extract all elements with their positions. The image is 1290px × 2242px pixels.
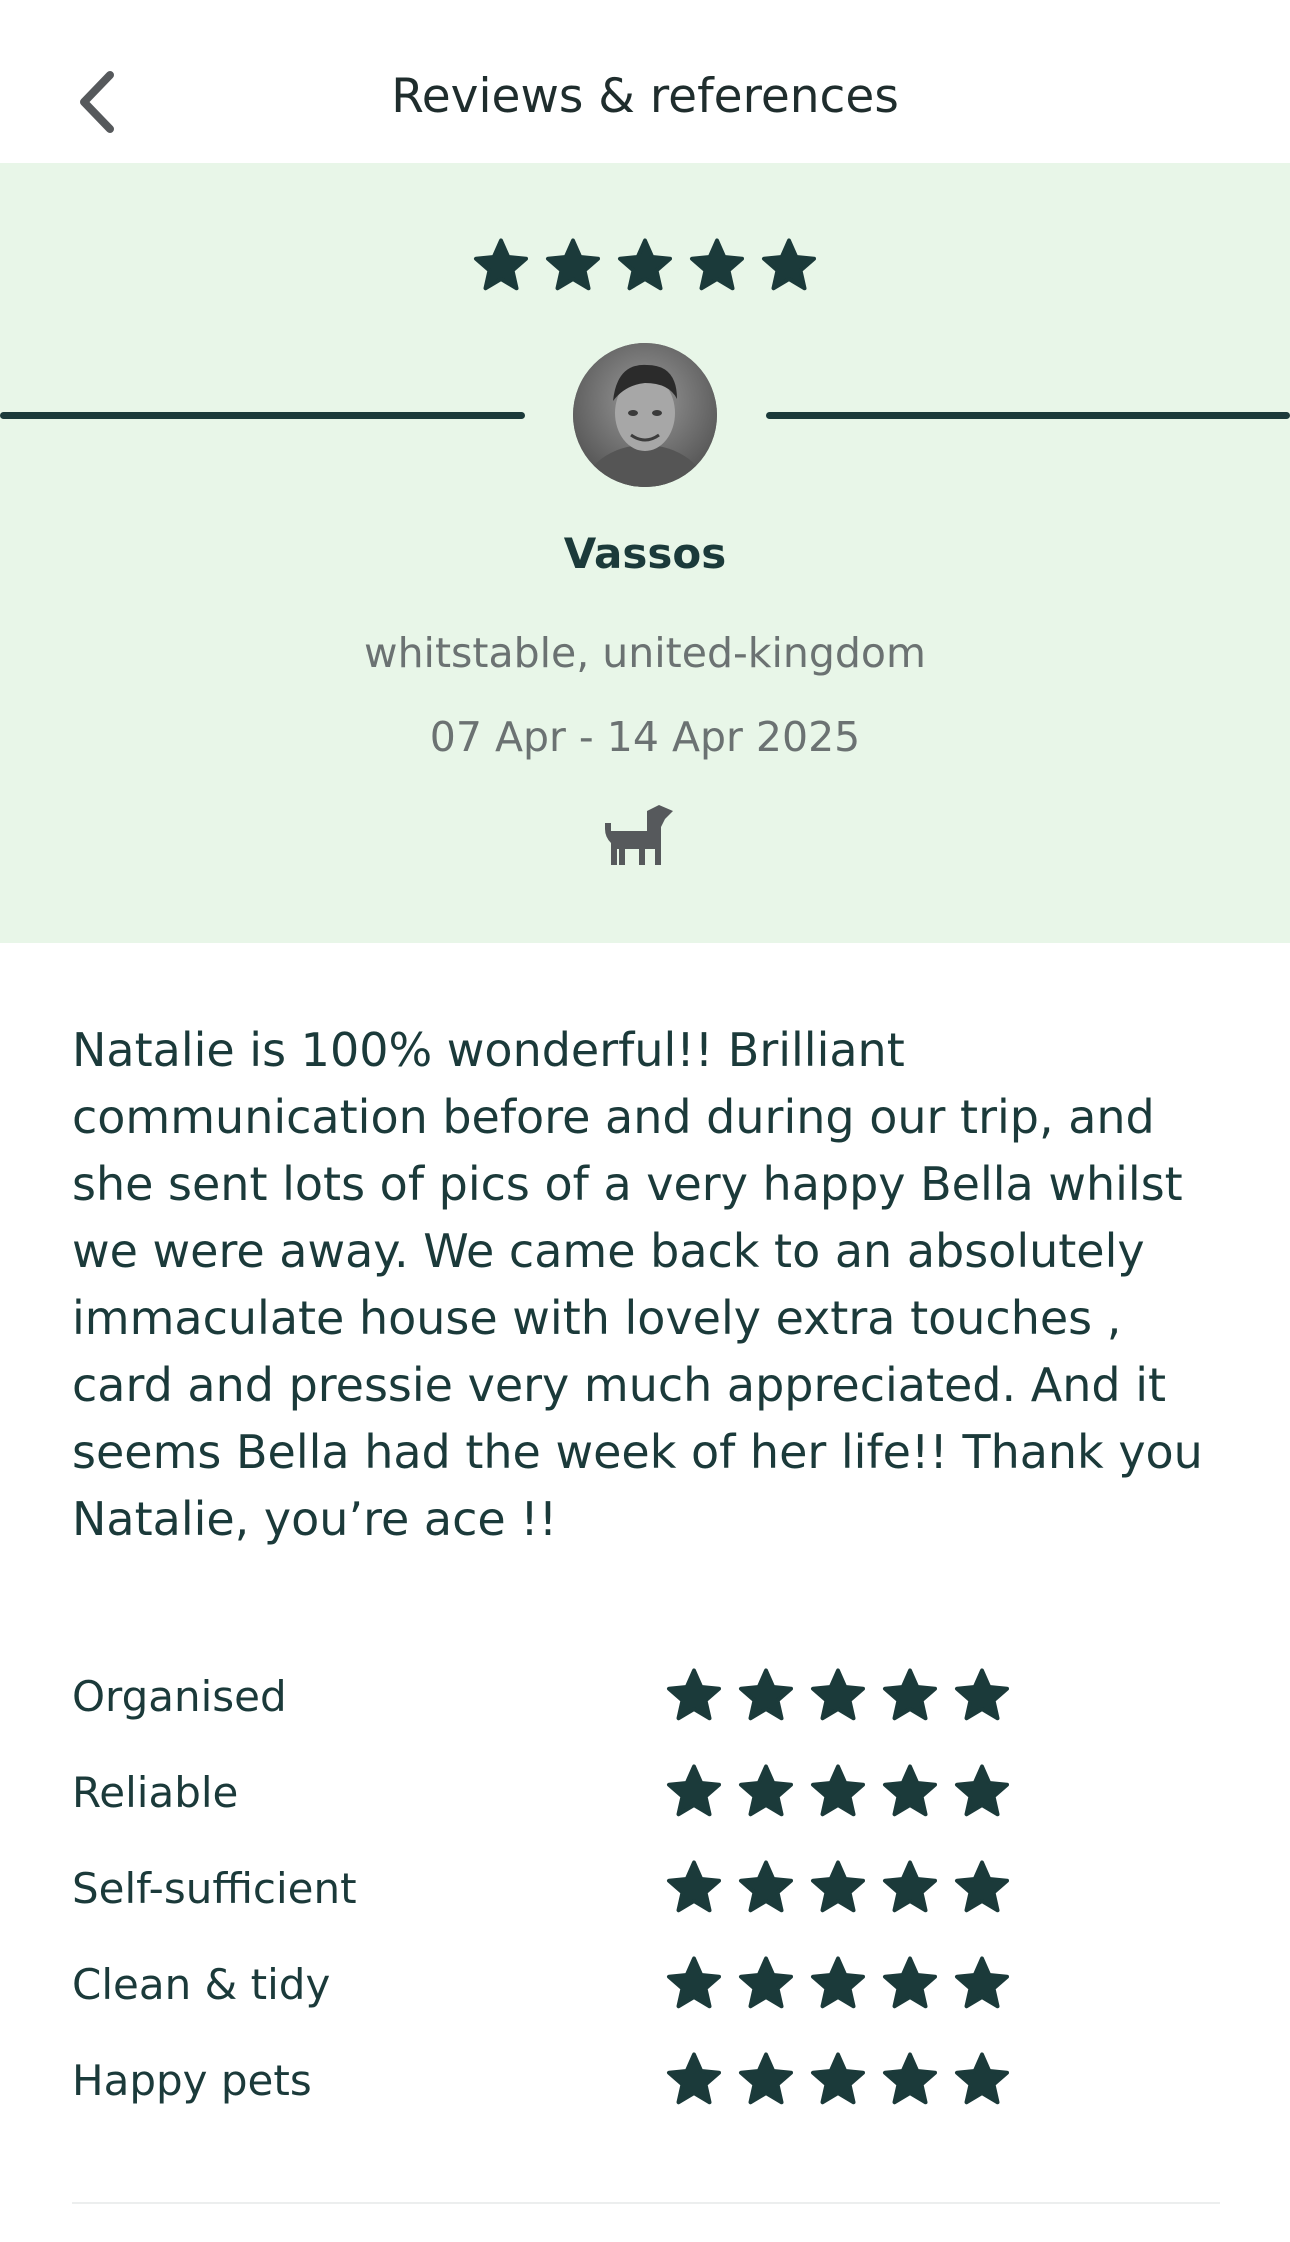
star-icon <box>883 2052 937 2105</box>
rating-stars <box>664 1936 1012 2032</box>
rating-label: Reliable <box>72 1767 239 1817</box>
star-icon <box>955 1668 1009 1721</box>
dog-icon <box>605 805 673 865</box>
star-icon <box>546 238 600 291</box>
rating-stars <box>664 1648 1012 1744</box>
rating-row-organised: Organised <box>72 1648 1220 1744</box>
rating-row-happy-pets: Happy pets <box>72 2032 1220 2128</box>
star-icon <box>667 2052 721 2105</box>
star-icon <box>883 1956 937 2009</box>
rating-stars <box>664 1744 1012 1840</box>
star-icon <box>811 1668 865 1721</box>
star-icon <box>955 1956 1009 2009</box>
star-icon <box>739 1764 793 1817</box>
star-icon <box>811 2052 865 2105</box>
rating-stars <box>664 2032 1012 2128</box>
star-icon <box>474 238 528 291</box>
section-divider <box>72 2202 1220 2204</box>
star-icon <box>883 1668 937 1721</box>
review-body: Natalie is 100% wonderful!! Brilliant co… <box>72 1023 1203 1546</box>
sit-dates: 07 Apr - 14 Apr 2025 <box>429 713 861 761</box>
star-icon <box>739 2052 793 2105</box>
star-icon <box>883 1764 937 1817</box>
star-icon <box>667 1956 721 2009</box>
avatar[interactable] <box>573 343 717 487</box>
rating-row-self-sufficient: Self-sufficient <box>72 1840 1220 1936</box>
avatar-photo <box>573 343 717 487</box>
app-header: Reviews & references <box>0 0 1290 163</box>
star-icon <box>811 1956 865 2009</box>
star-icon <box>883 1860 937 1913</box>
rating-label: Happy pets <box>72 2055 312 2105</box>
review-summary: Vassos whitstable, united-kingdom 07 Apr… <box>0 163 1290 943</box>
star-icon <box>667 1860 721 1913</box>
rating-row-reliable: Reliable <box>72 1744 1220 1840</box>
star-icon <box>955 2052 1009 2105</box>
rating-label: Self-sufficient <box>72 1863 357 1913</box>
star-icon <box>762 238 816 291</box>
rating-label: Organised <box>72 1671 287 1721</box>
star-icon <box>739 1956 793 2009</box>
reviewer-name: Vassos <box>563 529 727 578</box>
star-icon <box>739 1860 793 1913</box>
star-icon <box>955 1860 1009 1913</box>
rating-stars <box>664 1840 1012 1936</box>
rating-label: Clean & tidy <box>72 1959 331 2009</box>
star-icon <box>690 238 744 291</box>
divider <box>0 412 525 419</box>
overall-rating-stars <box>0 236 1290 296</box>
star-icon <box>667 1668 721 1721</box>
category-ratings: Organised Reliable Self-sufficient Clean… <box>72 1648 1220 2128</box>
divider <box>766 412 1290 419</box>
star-icon <box>739 1668 793 1721</box>
star-icon <box>811 1860 865 1913</box>
star-icon <box>955 1764 1009 1817</box>
star-icon <box>667 1764 721 1817</box>
star-icon <box>811 1764 865 1817</box>
star-icon <box>618 238 672 291</box>
rating-row-clean-tidy: Clean & tidy <box>72 1936 1220 2032</box>
reviewer-location: whitstable, united-kingdom <box>364 629 926 677</box>
